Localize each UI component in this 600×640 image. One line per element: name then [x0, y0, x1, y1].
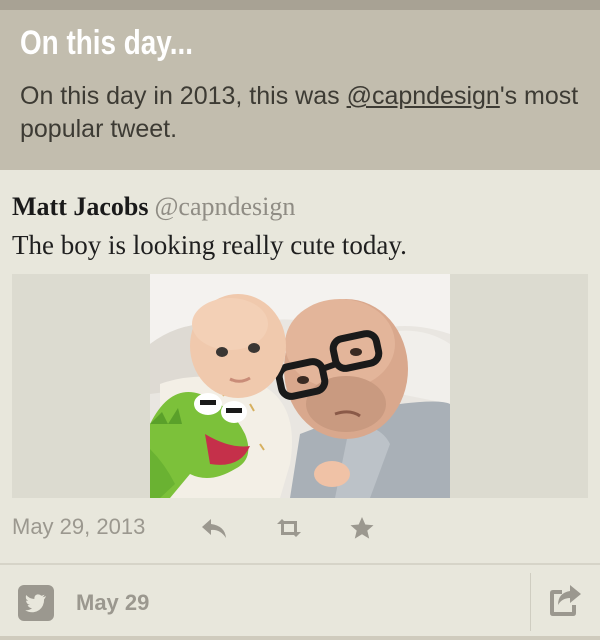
- footer-separator: [530, 573, 531, 631]
- tweet-text: The boy is looking really cute today.: [12, 230, 407, 260]
- reply-icon: [202, 519, 226, 538]
- tweet-author: Matt Jacobs @capndesign: [12, 192, 295, 222]
- card-header: On this day... On this day in 2013, this…: [0, 10, 600, 170]
- card-description: On this day in 2013, this was @capndesig…: [20, 80, 590, 146]
- tweet-meta: May 29, 2013: [12, 514, 588, 544]
- author-name[interactable]: Matt Jacobs: [12, 192, 148, 221]
- share-icon: [550, 585, 581, 616]
- tweet-date[interactable]: May 29, 2013: [12, 514, 145, 540]
- twitter-icon: [18, 585, 54, 621]
- twitter-source[interactable]: [18, 585, 54, 621]
- bottom-border: [0, 636, 600, 640]
- reply-button[interactable]: [200, 514, 230, 542]
- top-border: [0, 0, 600, 10]
- retweet-button[interactable]: [274, 514, 304, 542]
- star-icon: [350, 517, 374, 539]
- handle-link[interactable]: @capndesign: [347, 82, 500, 110]
- favorite-button[interactable]: [347, 514, 377, 542]
- photo-man-baby-kermit: [150, 274, 450, 498]
- retweet-icon: [277, 519, 301, 537]
- share-button[interactable]: [546, 583, 584, 619]
- on-this-day-card: On this day... On this day in 2013, this…: [0, 0, 600, 640]
- author-handle[interactable]: @capndesign: [154, 192, 295, 221]
- card-title: On this day...: [20, 24, 193, 62]
- description-prefix: On this day in 2013, this was: [20, 82, 347, 110]
- card-footer: May 29: [0, 565, 600, 640]
- footer-date: May 29: [76, 590, 150, 615]
- tweet-media[interactable]: [12, 274, 588, 498]
- tweet: Matt Jacobs @capndesign The boy is lookin…: [0, 170, 600, 563]
